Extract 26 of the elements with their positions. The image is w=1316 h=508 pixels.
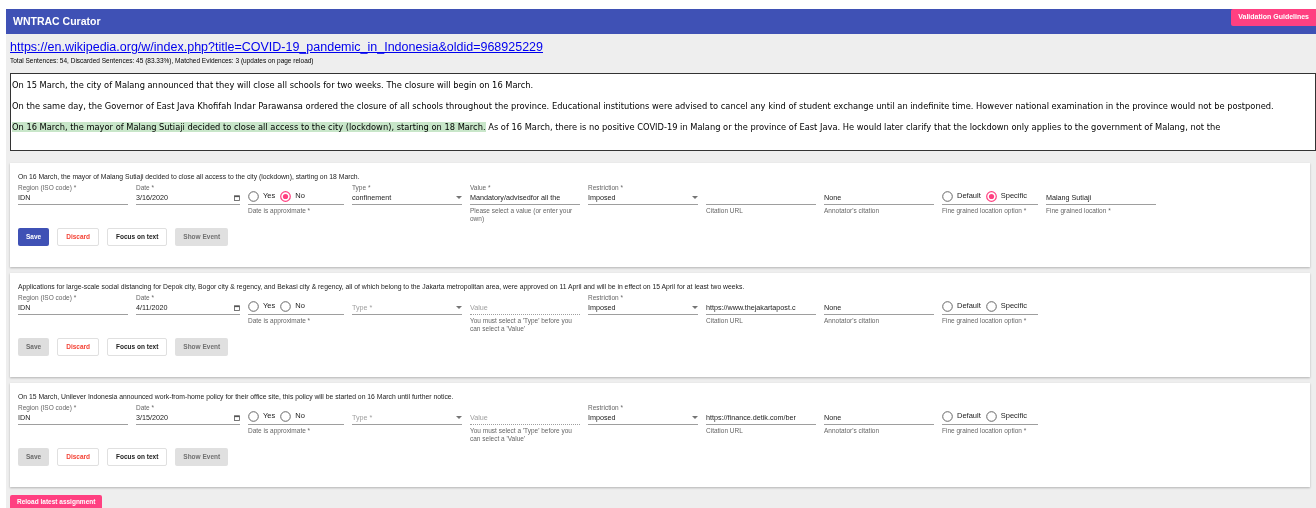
calendar-icon[interactable] <box>234 195 240 202</box>
radio-button[interactable] <box>985 300 997 312</box>
radio-button[interactable] <box>248 300 259 312</box>
radio-button[interactable] <box>280 410 292 422</box>
dropdown-caret-icon <box>692 196 698 201</box>
source-link[interactable]: https://en.wikipedia.org/w/index.php?title=COVID-19_pandemic_in_Indonesia&oldid=968925229 <box>10 40 543 55</box>
dropdown-caret-icon <box>692 416 698 421</box>
radio-button[interactable] <box>942 410 953 422</box>
radio-button[interactable] <box>248 410 259 422</box>
calendar-icon[interactable] <box>234 415 240 422</box>
article-paragraph: On 15 March, the city of Malang announced that they will close all schools for two weeks. The closure will begin on 16 March. <box>12 79 535 91</box>
article-paragraph: On 16 March, the mayor of Malang Sutiaji decided to close all access to the city (lockdown), starting on 18 March. As of 16 March, there is no positive COVID-19 in Malang or the province of East Java. He would later clarify that the lockdown only applies to the government of Malang, not the <box>12 121 1222 133</box>
calendar-icon[interactable] <box>234 305 240 312</box>
dropdown-caret-icon <box>456 306 462 311</box>
radio-button[interactable] <box>985 410 997 422</box>
radio-button[interactable] <box>942 190 953 202</box>
radio-button[interactable] <box>248 190 259 202</box>
dropdown-caret-icon <box>456 196 462 201</box>
dropdown-caret-icon <box>692 306 698 311</box>
radio-button[interactable] <box>942 300 953 312</box>
radio-button[interactable] <box>280 300 292 312</box>
dropdown-caret-icon <box>456 416 462 421</box>
radio-button[interactable] <box>985 190 997 202</box>
radio-button[interactable] <box>280 190 292 202</box>
article-paragraph: On the same day, the Governor of East Java Khofifah Indar Parawansa ordered the closure of all schools throughout the province. Educational institutions were advised to cancel any kind of student exchange until an indefinite time. However national examination in the province would not be postponed. <box>12 100 1275 112</box>
app-title: WNTRAC Curator <box>13 13 101 29</box>
